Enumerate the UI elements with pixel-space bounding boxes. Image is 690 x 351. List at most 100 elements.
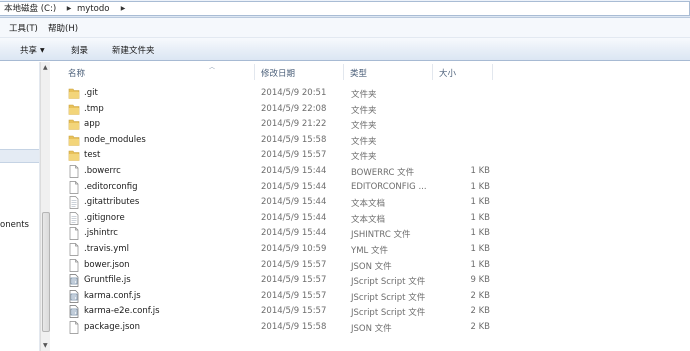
file-name: karma-e2e.conf.js — [84, 306, 160, 317]
column-type[interactable]: 类型 — [350, 67, 367, 81]
share-button[interactable]: 共享 ▼ — [20, 44, 45, 56]
burn-button[interactable]: 刻录 — [71, 44, 88, 56]
file-name: app — [84, 119, 100, 130]
file-type: JSON 文件 — [351, 261, 392, 272]
command-bar: 共享 ▼ 刻录 新建文件夹 — [0, 38, 690, 61]
column-divider[interactable] — [254, 64, 255, 80]
list-item[interactable]: karma-e2e.conf.js 2014/5/9 15:57 JScript… — [62, 304, 502, 320]
list-item[interactable]: .travis.yml 2014/5/9 10:59 YML 文件 1 KB — [62, 242, 502, 258]
file-name: bower.json — [84, 259, 130, 270]
new-folder-button[interactable]: 新建文件夹 — [112, 44, 155, 56]
address-bar: 本地磁盘 (C:) ▶ mytodo ▶ — [0, 0, 690, 18]
list-item[interactable]: .jshintrc 2014/5/9 15:44 JSHINTRC 文件 1 K… — [62, 226, 502, 242]
file-name: node_modules — [84, 134, 146, 145]
chevron-down-icon: ▼ — [40, 47, 45, 54]
menu-help[interactable]: 帮助(H) — [48, 22, 78, 34]
nav-scrollbar[interactable]: ▲ ▼ — [40, 62, 50, 351]
file-size: 9 KB — [470, 275, 490, 286]
file-size: 1 KB — [470, 197, 490, 208]
file-icon — [69, 165, 79, 178]
script-file-icon — [69, 274, 79, 288]
file-date: 2014/5/9 15:44 — [261, 228, 327, 239]
file-type: 文件夹 — [351, 121, 377, 132]
file-icon — [69, 321, 79, 334]
file-name: test — [84, 150, 101, 161]
file-date: 2014/5/9 20:51 — [261, 88, 327, 98]
file-size: 1 KB — [470, 228, 490, 239]
list-item[interactable]: .gitattributes 2014/5/9 15:44 文本文档 1 KB — [62, 195, 502, 211]
chevron-right-icon[interactable]: ▶ — [64, 3, 74, 15]
file-size: 1 KB — [470, 244, 490, 254]
column-size[interactable]: 大小 — [439, 67, 456, 81]
list-item[interactable]: karma.conf.js 2014/5/9 15:57 JScript Scr… — [62, 289, 502, 305]
sort-ascending-icon: ︿ — [209, 64, 216, 71]
list-item[interactable]: package.json 2014/5/9 15:58 JSON 文件 2 KB — [62, 320, 502, 336]
folder-icon — [68, 135, 80, 146]
file-date: 2014/5/9 15:57 — [261, 275, 327, 286]
text-file-icon — [69, 211, 79, 225]
nav-item-components[interactable]: onents — [0, 220, 39, 230]
file-size: 2 KB — [470, 306, 490, 317]
file-date: 2014/5/9 22:08 — [261, 103, 327, 114]
chevron-right-icon[interactable]: ▶ — [118, 3, 128, 15]
file-type: 文件夹 — [351, 90, 377, 100]
column-name[interactable]: 名称 — [68, 67, 85, 81]
list-item[interactable]: .git 2014/5/9 20:51 文件夹 — [62, 86, 502, 102]
file-type: 文本文档 — [351, 199, 386, 210]
script-file-icon — [69, 289, 79, 303]
file-type: JScript Script 文件 — [351, 292, 426, 303]
nav-selected-item[interactable] — [0, 149, 39, 163]
file-name: .travis.yml — [84, 244, 129, 254]
folder-icon — [68, 104, 80, 115]
breadcrumb-folder[interactable]: mytodo — [77, 3, 109, 15]
list-item[interactable]: bower.json 2014/5/9 15:57 JSON 文件 1 KB — [62, 258, 502, 274]
text-file-icon — [69, 196, 79, 210]
scrollbar-thumb[interactable] — [42, 212, 50, 332]
file-date: 2014/5/9 15:57 — [261, 306, 327, 317]
column-divider[interactable] — [492, 64, 493, 80]
list-item[interactable]: .tmp 2014/5/9 22:08 文件夹 — [62, 102, 502, 118]
file-size: 1 KB — [470, 166, 490, 176]
file-type: YML 文件 — [351, 246, 388, 256]
file-size: 1 KB — [470, 259, 490, 270]
file-icon — [69, 243, 79, 256]
file-date: 2014/5/9 15:57 — [261, 150, 327, 161]
scroll-down-icon[interactable]: ▼ — [43, 342, 48, 349]
list-item[interactable]: .gitignore 2014/5/9 15:44 文本文档 1 KB — [62, 211, 502, 227]
file-icon — [69, 258, 79, 272]
breadcrumb[interactable]: 本地磁盘 (C:) ▶ mytodo ▶ — [0, 1, 690, 16]
file-type: BOWERRC 文件 — [351, 168, 415, 178]
list-item[interactable]: app 2014/5/9 21:22 文件夹 — [62, 117, 502, 133]
column-divider[interactable] — [343, 64, 344, 80]
file-name: .jshintrc — [84, 228, 118, 239]
file-date: 2014/5/9 10:59 — [261, 244, 327, 254]
file-date: 2014/5/9 15:57 — [261, 290, 327, 301]
scroll-up-icon[interactable]: ▲ — [43, 64, 48, 71]
list-item[interactable]: Gruntfile.js 2014/5/9 15:57 JScript Scri… — [62, 273, 502, 289]
list-item[interactable]: .editorconfig 2014/5/9 15:44 EDITORCONFI… — [62, 180, 502, 196]
file-size: 2 KB — [470, 290, 490, 301]
file-type: JSHINTRC 文件 — [351, 230, 411, 241]
file-date: 2014/5/9 15:57 — [261, 259, 327, 270]
file-name: .git — [84, 88, 98, 98]
file-name: .bowerrc — [84, 166, 121, 176]
list-item[interactable]: .bowerrc 2014/5/9 15:44 BOWERRC 文件 1 KB — [62, 164, 502, 180]
file-date: 2014/5/9 15:44 — [261, 197, 327, 208]
list-item[interactable]: test 2014/5/9 15:57 文件夹 — [62, 148, 502, 164]
list-item[interactable]: node_modules 2014/5/9 15:58 文件夹 — [62, 133, 502, 149]
column-divider[interactable] — [432, 64, 433, 80]
file-type: 文本文档 — [351, 214, 386, 225]
breadcrumb-drive[interactable]: 本地磁盘 (C:) — [4, 3, 56, 15]
file-name: karma.conf.js — [84, 290, 141, 301]
file-name: .tmp — [84, 103, 104, 114]
file-type: 文件夹 — [351, 152, 377, 163]
file-date: 2014/5/9 15:58 — [261, 134, 327, 145]
column-date[interactable]: 修改日期 — [261, 67, 295, 81]
folder-icon — [68, 119, 80, 130]
file-size: 1 KB — [470, 212, 490, 223]
menu-bar: 工具(T) 帮助(H) — [0, 18, 690, 38]
menu-tools[interactable]: 工具(T) — [9, 22, 38, 34]
file-icon — [69, 180, 79, 194]
file-type: 文件夹 — [351, 136, 377, 147]
folder-icon — [68, 88, 80, 99]
